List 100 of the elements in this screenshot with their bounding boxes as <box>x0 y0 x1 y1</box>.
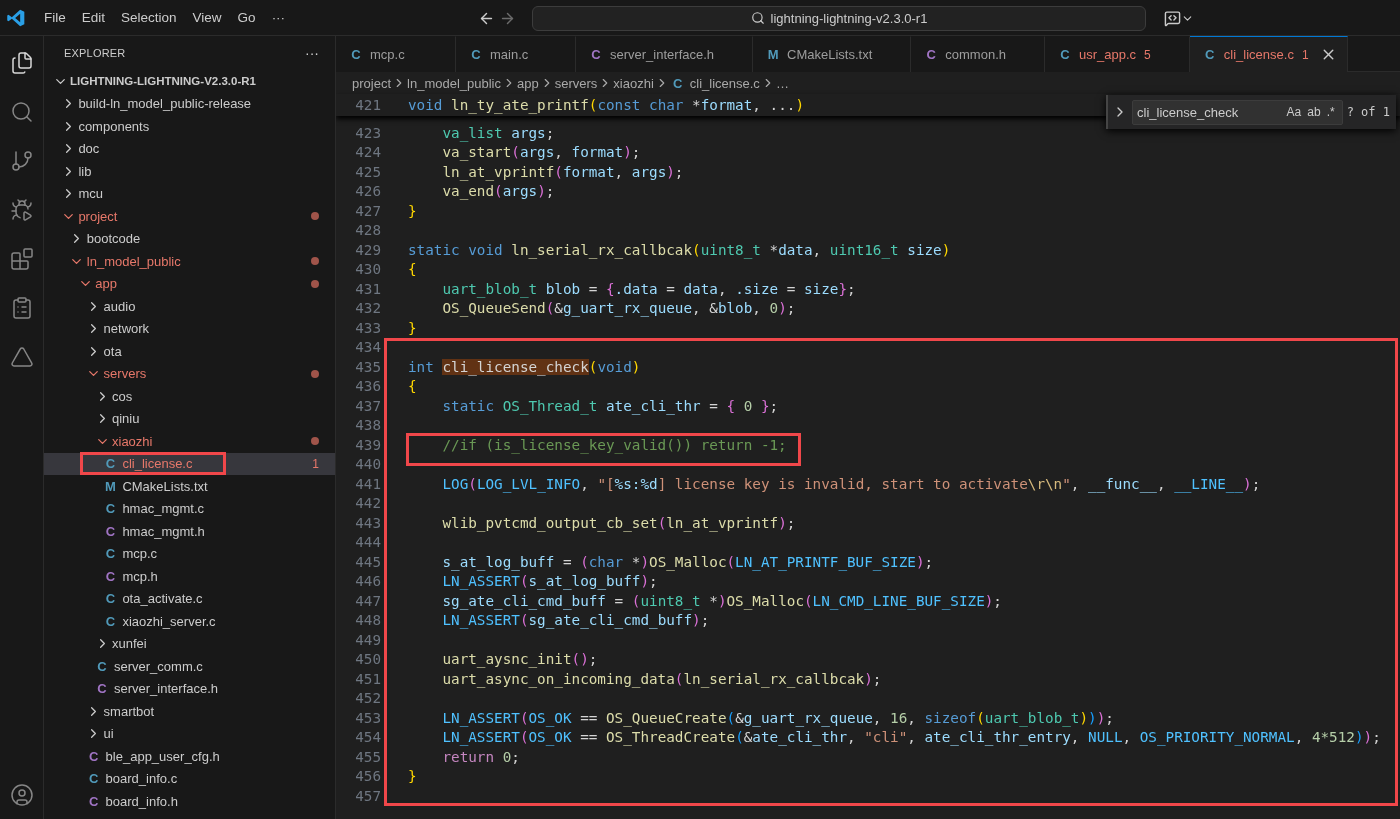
code-line: LN_ASSERT(sg_ate_cli_cmd_buff); <box>441 612 710 629</box>
tree-item[interactable]: doc <box>44 137 335 160</box>
code-line: uart_aysnc_init(); <box>441 651 598 668</box>
tree-item[interactable]: C xiaozhi_server.c <box>44 610 335 633</box>
line-number: 429 <box>354 241 382 258</box>
tree-item[interactable]: M CMakeLists.txt <box>44 475 335 498</box>
blocks-icon[interactable] <box>9 246 34 271</box>
find-option[interactable]: ab <box>1304 105 1324 119</box>
more-button[interactable]: ··· <box>301 45 323 61</box>
line-number: 444 <box>354 534 382 551</box>
branch-icon[interactable] <box>9 148 34 173</box>
code-line: LOG(LOG_LVL_INFO, "[%s:%d] license key is invalid, start to activate\r\n", __func__, __LINE__); <box>441 475 1261 492</box>
code-line: } <box>408 319 417 336</box>
tree-item[interactable]: servers <box>44 362 335 385</box>
line-number: 437 <box>354 397 382 414</box>
file-type-icon: C <box>102 501 119 517</box>
breadcrumb-item[interactable]: xiaozhi <box>613 75 654 91</box>
menu-item[interactable]: View <box>184 6 230 29</box>
tree-item[interactable]: audio <box>44 295 335 318</box>
code-line: OS_QueueSend(&g_uart_rx_queue, &blob, 0); <box>441 300 796 317</box>
find-option[interactable]: Aa <box>1283 105 1305 119</box>
tree-item[interactable]: project <box>44 205 335 228</box>
tree-item[interactable]: LIGHTNING-LIGHTNING-V2.3.0-R1 <box>44 70 335 93</box>
find-field[interactable]: cli_license_check Aa ab .* <box>1132 99 1343 125</box>
breadcrumb-item[interactable]: app <box>517 75 539 91</box>
tree-item[interactable]: C mcp.h <box>44 565 335 588</box>
tree-item[interactable]: C server_comm.c <box>44 655 335 678</box>
tree-item[interactable]: C ble_app_user_cfg.h <box>44 745 335 768</box>
menu-item[interactable]: Edit <box>73 6 114 29</box>
tree-item[interactable]: components <box>44 115 335 138</box>
file-type-icon: C <box>102 568 119 584</box>
file-type-icon: C <box>94 658 110 674</box>
menu-item[interactable]: Go <box>229 6 264 29</box>
line-number: 451 <box>354 670 382 687</box>
editor-tab[interactable]: C main.c <box>456 36 576 72</box>
tree-item[interactable]: mcu <box>44 182 335 205</box>
editor-tab[interactable]: C mcp.c <box>336 36 456 72</box>
menu-item[interactable]: File <box>36 6 74 29</box>
code-line: { <box>408 378 417 395</box>
editor-tab[interactable]: M CMakeLists.txt <box>753 36 912 72</box>
tree-item[interactable]: ln_model_public <box>44 250 335 273</box>
file-type-icon: C <box>102 546 119 562</box>
breadcrumb-item[interactable]: … <box>775 75 789 91</box>
breadcrumb-item[interactable]: ln_model_public <box>407 75 501 91</box>
tree-item[interactable]: app <box>44 272 335 295</box>
line-number: 453 <box>354 709 382 726</box>
tree-item[interactable]: C ota_activate.c <box>44 587 335 610</box>
problem-count: 1 <box>312 456 319 471</box>
file-type-icon: C <box>348 47 364 62</box>
line-number: 441 <box>354 475 382 492</box>
app-logo-icon <box>6 7 26 28</box>
line-number: 435 <box>354 358 382 375</box>
command-center[interactable]: lightning-lightning-v2.3.0-r1 <box>532 5 1146 31</box>
search-icon[interactable] <box>9 99 34 124</box>
editor-tab[interactable]: C server_interface.h <box>576 36 754 72</box>
code-line: LN_ASSERT(OS_OK == OS_ThreadCreate(&ate_cli_thr, "cli", ate_cli_thr_entry, NULL, OS_PRIORITY_NORMAL, 4*512)); <box>441 729 1381 746</box>
code-line: int cli_license_check(void) <box>408 358 641 375</box>
tree-item[interactable]: lib <box>44 160 335 183</box>
file-type-icon: C <box>923 47 940 62</box>
tree-item[interactable]: cos <box>44 385 335 408</box>
match-count: ? of 1 <box>1346 105 1390 119</box>
line-number: 445 <box>354 553 382 570</box>
bug-play-icon[interactable] <box>9 197 34 222</box>
chat-button[interactable] <box>1164 9 1194 27</box>
breadcrumb-item[interactable]: project <box>352 75 392 91</box>
line-number: 455 <box>354 748 382 765</box>
line-number: 430 <box>354 261 382 278</box>
tree-item[interactable]: ota <box>44 340 335 363</box>
breadcrumb-item[interactable]: servers <box>554 75 598 91</box>
editor-tab[interactable]: C cli_license.c 1 <box>1189 36 1348 72</box>
tree-item[interactable]: C cli_license.c 1 <box>44 452 335 475</box>
tree-item[interactable]: build-ln_model_public-release <box>44 92 335 115</box>
tree-item[interactable]: ui <box>44 722 335 745</box>
tree-item[interactable]: qiniu <box>44 407 335 430</box>
tree-item[interactable]: C board_info.c <box>44 767 335 790</box>
find-option[interactable]: .* <box>1323 105 1338 119</box>
files-icon[interactable] <box>9 50 34 75</box>
triangle-icon[interactable] <box>9 344 34 369</box>
menu-item[interactable]: Selection <box>113 6 185 29</box>
line-number: 432 <box>354 300 382 317</box>
editor-tab[interactable]: C common.h <box>911 36 1045 72</box>
tree-item[interactable]: smartbot <box>44 700 335 723</box>
breadcrumb-item[interactable]: C cli_license.c <box>669 75 760 91</box>
code-line: va_list args; <box>441 124 555 141</box>
tree-item[interactable]: xiaozhi <box>44 430 335 453</box>
user-circle-icon[interactable] <box>9 782 34 807</box>
tree-item[interactable]: C server_interface.h <box>44 677 335 700</box>
tree-item[interactable]: bootcode <box>44 227 335 250</box>
tree-item[interactable]: C board_info.h <box>44 790 335 813</box>
file-type-icon: C <box>85 793 102 809</box>
line-number: 449 <box>354 631 382 648</box>
code-line: uart_async_on_incoming_data(ln_serial_rx_callbcak); <box>441 670 882 687</box>
file-type-icon: C <box>102 523 119 539</box>
tree-item[interactable]: C hmac_mgmt.h <box>44 520 335 543</box>
more-button[interactable]: ··· <box>263 6 294 29</box>
tree-item[interactable]: C hmac_mgmt.c <box>44 497 335 520</box>
tree-item[interactable]: xunfei <box>44 632 335 655</box>
editor-tab[interactable]: C usr_app.c 5 <box>1045 36 1190 72</box>
tree-item[interactable]: network <box>44 317 335 340</box>
tree-item[interactable]: C mcp.c <box>44 542 335 565</box>
